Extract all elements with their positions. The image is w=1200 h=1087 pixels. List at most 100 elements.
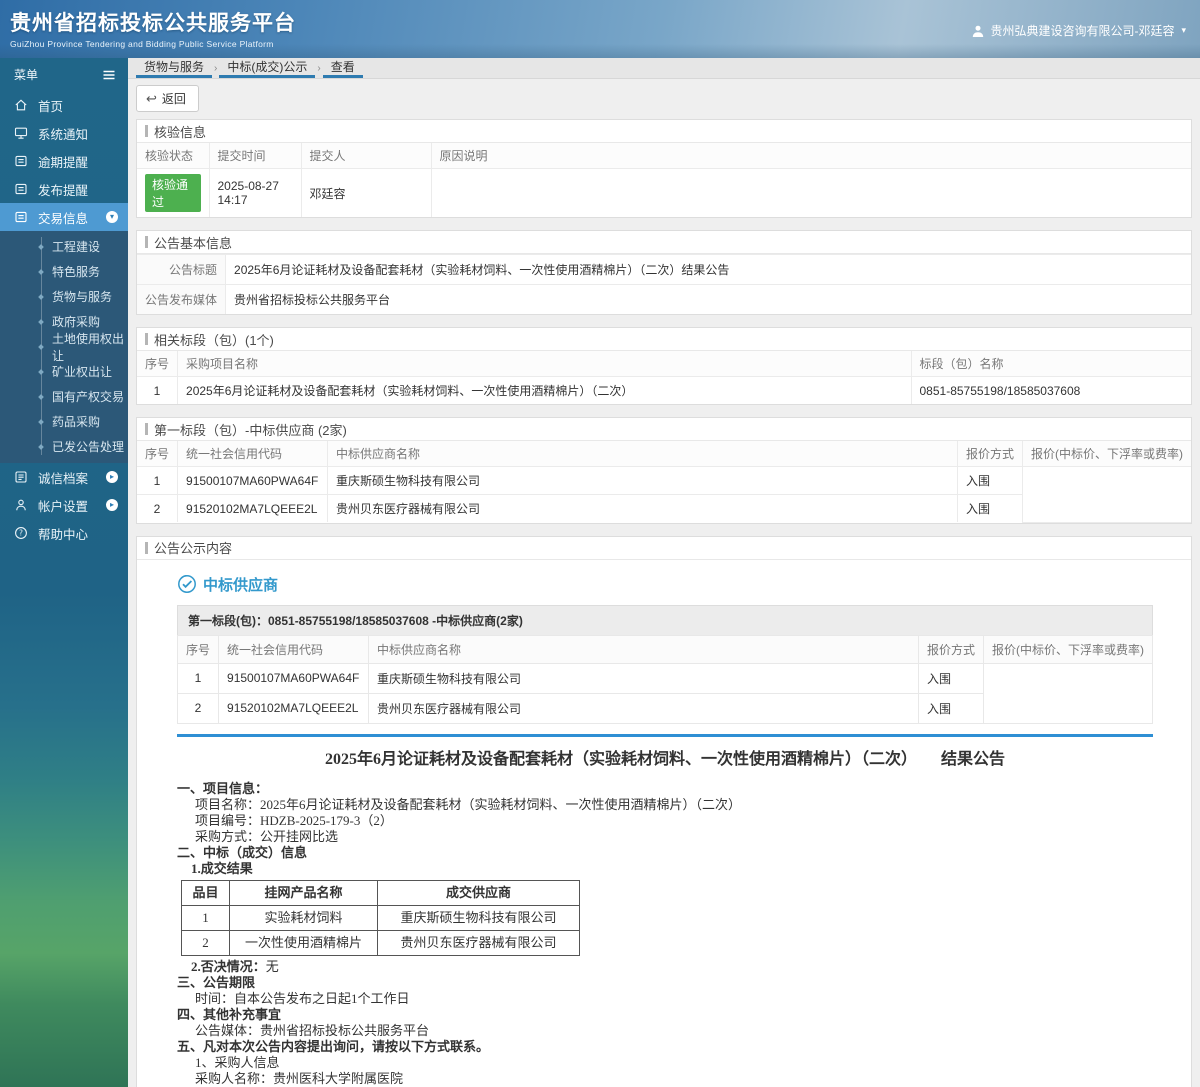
col-header: 序号 <box>137 441 179 467</box>
breadcrumb-item-goods-services[interactable]: 货物与服务 <box>136 58 213 78</box>
doc-line: 2.否决情况：无 <box>177 959 1153 975</box>
seq-cell: 1 <box>137 466 179 495</box>
winners-heading-label: 中标供应商 <box>203 576 279 594</box>
sidebar-item-help-center[interactable]: ? 帮助中心 <box>0 519 128 547</box>
sidebar-item-label: 诚信档案 <box>38 471 89 486</box>
breadcrumb-separator: › <box>317 62 321 74</box>
basic-info-table: 公告标题 2025年6月论证耗材及设备配套耗材（实验耗材饲料、一次性使用酒精棉片… <box>137 254 1191 314</box>
back-button-label: 返回 <box>161 92 186 106</box>
user-icon <box>973 25 984 37</box>
chevron-right-icon: ▸ <box>106 499 118 511</box>
quote-type-cell: 入围 <box>917 662 985 694</box>
sidebar-item-trade-info[interactable]: 交易信息 ▾ <box>0 203 128 231</box>
deal-supplier-cell: 重庆斯硕生物科技有限公司 <box>377 904 580 931</box>
field-label: 公告发布媒体 <box>137 284 227 314</box>
doc-line: 项目编号：HDZB-2025-179-3（2） <box>195 812 393 828</box>
sidebar-item-credit-archive[interactable]: 诚信档案 ▸ <box>0 463 128 491</box>
section-marker <box>145 125 148 137</box>
doc-heading: 二、中标（成交）信息 <box>177 844 308 860</box>
sidebar-item-label: 逾期提醒 <box>38 155 89 170</box>
seq-cell: 2 <box>137 494 179 522</box>
section-title: 核验信息 <box>154 124 207 140</box>
submenu-label: 特色服务 <box>52 265 101 279</box>
table-header-row: 序号 统一社会信用代码 中标供应商名称 报价方式 报价(中标价、下浮率或费率) <box>176 634 1153 664</box>
supplier-name-cell: 贵州贝东医疗器械有限公司 <box>368 692 919 724</box>
submenu-item-drug-procurement[interactable]: 药品采购 <box>0 409 128 434</box>
sidebar-item-overdue-reminder[interactable]: 逾期提醒 <box>0 147 128 175</box>
table-header-row: 序号 统一社会信用代码 中标供应商名称 报价方式 报价(中标价、下浮率或费率) <box>137 441 1191 467</box>
notice-content-title: 公告公示内容 <box>137 537 1191 560</box>
sidebar-item-home[interactable]: 首页 <box>0 91 128 119</box>
hamburger-icon[interactable] <box>102 68 116 82</box>
breadcrumb-item-view[interactable]: 查看 <box>322 58 363 78</box>
table-row: 1 91500107MA60PWA64F 重庆斯硕生物科技有限公司 入围 <box>176 662 1153 724</box>
dot-icon <box>38 418 44 425</box>
supplier-name-cell: 贵州贝东医疗器械有限公司 <box>327 494 958 522</box>
basic-info-title: 公告基本信息 <box>137 231 1191 254</box>
section-marker <box>145 333 148 345</box>
document-icon <box>15 183 27 195</box>
doc-line: 项目名称：2025年6月论证耗材及设备配套耗材（实验耗材饲料、一次性使用酒精棉片… <box>195 796 742 812</box>
col-header: 中标供应商名称 <box>327 441 958 467</box>
submenu-item-land-use[interactable]: 土地使用权出让 <box>0 332 128 363</box>
col-header: 核验状态 <box>137 143 210 169</box>
sidebar-header: 菜单 <box>0 58 128 91</box>
result-table: 品目 挂网产品名称 成交供应商 1 实验耗材饲料 重庆斯硕生物科技有限公司 2 … <box>181 879 580 956</box>
table-row: 公告标题 2025年6月论证耗材及设备配套耗材（实验耗材饲料、一次性使用酒精棉片… <box>137 254 1191 285</box>
reject-value: 无 <box>265 958 279 974</box>
notice-body: 中标供应商 第一标段(包)：0851-85755198/18585037608 … <box>137 560 1191 1087</box>
main-area: 货物与服务 › 中标(成交)公示 › 查看 ↩ 返回 核验信息 核验状态 提交时… <box>128 58 1200 1087</box>
table-header-row: 序号 采购项目名称 标段（包）名称 <box>137 351 1191 377</box>
page-content: 核验信息 核验状态 提交时间 提交人 原因说明 核验通过 2025-08-27 … <box>128 117 1200 1087</box>
notice-content-panel: 公告公示内容 中标供应商 第一标段(包)：0851-85755198/18585… <box>136 535 1192 1087</box>
submenu-item-state-property[interactable]: 国有产权交易 <box>0 384 128 409</box>
submenu-label: 已发公告处理 <box>52 440 125 454</box>
table-row: 公告发布媒体 贵州省招标投标公共服务平台 <box>137 284 1191 314</box>
credit-code-cell: 91520102MA7LQEEE2L <box>177 494 329 522</box>
submenu-label: 货物与服务 <box>52 290 113 304</box>
submenu-item-goods-services[interactable]: 货物与服务 <box>0 284 128 309</box>
doc-heading: 四、其他补充事宜 <box>177 1006 282 1022</box>
table-row: 1 2025年6月论证耗材及设备配套耗材（实验耗材饲料、一次性使用酒精棉片）（二… <box>137 376 1191 404</box>
caret-down-icon: ▾ <box>1181 25 1186 35</box>
sidebar-item-system-notice[interactable]: 系统通知 <box>0 119 128 147</box>
user-menu[interactable]: 贵州弘典建设咨询有限公司-邓廷容 ▾ <box>971 22 1186 39</box>
col-header: 报价方式 <box>956 441 1024 467</box>
back-button[interactable]: ↩ 返回 <box>136 85 199 112</box>
table-row: 1 91500107MA60PWA64F 重庆斯硕生物科技有限公司 入围 <box>137 466 1191 523</box>
submenu-item-engineering[interactable]: 工程建设 <box>0 234 128 259</box>
sidebar-item-publish-reminder[interactable]: 发布提醒 <box>0 175 128 203</box>
sidebar-item-label: 首页 <box>38 99 64 114</box>
item-no-cell: 2 <box>181 929 230 956</box>
submenu-item-published-notices[interactable]: 已发公告处理 <box>0 434 128 459</box>
col-header: 品目 <box>181 879 230 906</box>
section-title: 相关标段（包）(1个) <box>154 332 274 348</box>
section-marker <box>145 236 148 248</box>
doc-line: 时间：自本公告发布之日起1个工作日 <box>195 990 410 1006</box>
col-header: 序号 <box>176 634 220 664</box>
submenu-item-mining-rights[interactable]: 矿业权出让 <box>0 359 128 384</box>
col-header: 提交人 <box>300 143 432 169</box>
site-subtitle: GuiZhou Province Tendering and Bidding P… <box>10 39 274 49</box>
supplier-name-cell: 重庆斯硕生物科技有限公司 <box>327 466 958 495</box>
document-icon <box>15 155 27 167</box>
dot-icon <box>38 318 44 325</box>
winners-heading: 中标供应商 <box>177 574 1153 595</box>
sidebar-item-label: 交易信息 <box>38 211 89 226</box>
winners-table: 序号 统一社会信用代码 中标供应商名称 报价方式 报价(中标价、下浮率或费率) … <box>137 441 1191 523</box>
col-header: 中标供应商名称 <box>368 634 919 664</box>
package-bar: 第一标段(包)：0851-85755198/18585037608 -中标供应商… <box>177 604 1153 635</box>
document-icon <box>15 211 27 223</box>
menu-label: 菜单 <box>14 68 39 82</box>
dot-icon <box>38 393 44 400</box>
section-marker <box>145 541 148 554</box>
submenu-item-special-services[interactable]: 特色服务 <box>0 259 128 284</box>
breadcrumb-item-award-notice[interactable]: 中标(成交)公示 <box>219 58 316 78</box>
table-row: 1 实验耗材饲料 重庆斯硕生物科技有限公司 <box>181 904 580 931</box>
col-header: 报价方式 <box>917 634 985 664</box>
supplier-name-cell: 重庆斯硕生物科技有限公司 <box>368 662 919 694</box>
related-sections-title: 相关标段（包）(1个) <box>137 328 1191 351</box>
sidebar-item-account-settings[interactable]: 帐户设置 ▸ <box>0 491 128 519</box>
table-header-row: 品目 挂网产品名称 成交供应商 <box>181 879 580 906</box>
doc-heading: 三、公告期限 <box>177 974 256 990</box>
